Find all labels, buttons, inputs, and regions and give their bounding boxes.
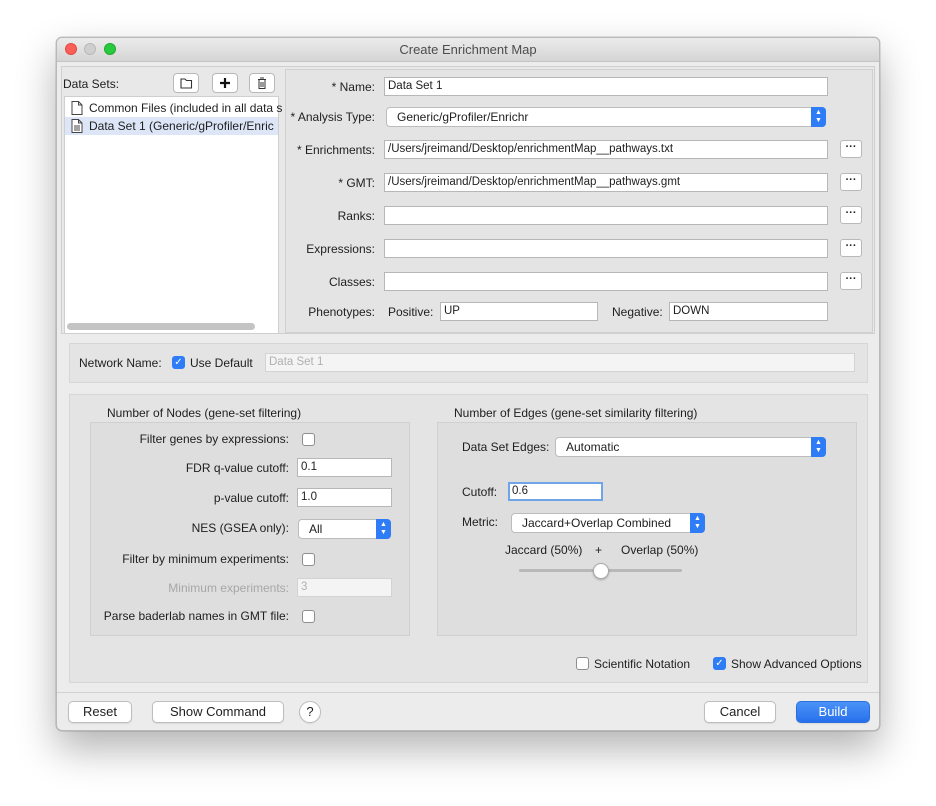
use-default-checkbox[interactable]: ✓ (172, 356, 185, 369)
dataset-edges-value: Automatic (566, 440, 620, 454)
enrichments-label: * Enrichments: (296, 143, 375, 157)
cutoff-label: Cutoff: (462, 485, 498, 499)
use-default-label: Use Default (190, 356, 253, 370)
network-name-field[interactable]: Data Set 1 (265, 353, 855, 372)
document-icon (71, 119, 83, 133)
nes-select[interactable]: All ▲ ▼ (298, 519, 391, 539)
window-title: Create Enrichment Map (399, 42, 537, 57)
scientific-notation-checkbox[interactable] (576, 657, 589, 670)
trash-icon (258, 77, 266, 89)
analysis-type-value: Generic/gProfiler/Enrichr (397, 110, 529, 124)
nodes-heading: Number of Nodes (gene-set filtering) (107, 406, 302, 420)
negative-phenotype-field[interactable]: DOWN (669, 302, 828, 321)
build-button[interactable]: Build (796, 701, 870, 723)
analysis-type-select[interactable]: Generic/gProfiler/Enrichr ▲ ▼ (386, 107, 826, 127)
name-field[interactable]: Data Set 1 (384, 77, 828, 96)
enrichments-field[interactable]: /Users/jreimand/Desktop/enrichmentMap__p… (384, 140, 828, 159)
baderlab-label: Parse baderlab names in GMT file: (103, 609, 289, 623)
gmt-browse-button[interactable]: ··· (840, 173, 862, 191)
phenotypes-label: Phenotypes: (308, 305, 375, 319)
expressions-browse-button[interactable]: ··· (840, 239, 862, 257)
enrichments-browse-button[interactable]: ··· (840, 140, 862, 158)
positive-label: Positive: (388, 305, 434, 319)
plus-label: + (595, 543, 603, 557)
negative-label: Negative: (612, 305, 663, 319)
plus-icon (220, 78, 230, 88)
baderlab-checkbox[interactable] (302, 610, 315, 623)
delete-dataset-button[interactable] (249, 73, 275, 93)
select-arrows-icon: ▲ ▼ (811, 107, 826, 127)
reset-button[interactable]: Reset (68, 701, 132, 723)
jaccard-label: Jaccard (50%) (505, 543, 583, 557)
expressions-field[interactable] (384, 239, 828, 258)
show-command-button[interactable]: Show Command (152, 701, 284, 723)
select-arrows-icon: ▲ ▼ (690, 513, 705, 533)
gmt-label: * GMT: (338, 176, 375, 190)
expressions-label: Expressions: (306, 242, 375, 256)
nes-value: All (309, 522, 323, 536)
add-dataset-button[interactable] (212, 73, 238, 93)
filter-genes-checkbox[interactable] (302, 433, 315, 446)
network-name-label: Network Name: (79, 356, 162, 370)
dataset-item-label: Data Set 1 (Generic/gProfiler/Enric (89, 119, 274, 133)
dataset-item-label: Common Files (included in all data s (89, 101, 283, 115)
advanced-options-checkbox[interactable]: ✓ (713, 657, 726, 670)
dataset-edges-select[interactable]: Automatic ▲ ▼ (555, 437, 826, 457)
min-experiments-filter-checkbox[interactable] (302, 553, 315, 566)
help-button[interactable]: ? (299, 701, 321, 723)
folder-icon (180, 78, 193, 89)
ranks-browse-button[interactable]: ··· (840, 206, 862, 224)
classes-browse-button[interactable]: ··· (840, 272, 862, 290)
fdr-cutoff-label: FDR q-value cutoff: (185, 461, 289, 475)
file-icon (71, 101, 83, 115)
nes-label: NES (GSEA only): (191, 521, 289, 535)
filter-genes-label: Filter genes by expressions: (139, 432, 289, 446)
fdr-cutoff-field[interactable]: 0.1 (297, 458, 392, 477)
dataset-item-data-set-1[interactable]: Data Set 1 (Generic/gProfiler/Enric (65, 117, 278, 135)
horizontal-scrollbar[interactable] (67, 323, 255, 330)
create-enrichment-map-window: Create Enrichment Map Data Sets: Common … (56, 37, 880, 731)
footer-divider (57, 692, 879, 693)
metric-select[interactable]: Jaccard+Overlap Combined ▲ ▼ (511, 513, 705, 533)
datasets-label: Data Sets: (63, 77, 120, 91)
metric-label: Metric: (462, 515, 498, 529)
open-folder-button[interactable] (173, 73, 199, 93)
positive-phenotype-field[interactable]: UP (440, 302, 598, 321)
min-experiments-label: Minimum experiments: (168, 581, 289, 595)
min-experiments-filter-label: Filter by minimum experiments: (122, 552, 289, 566)
cutoff-field[interactable]: 0.6 (508, 482, 603, 501)
dataset-list[interactable]: Common Files (included in all data s Dat… (64, 96, 282, 334)
metric-slider-thumb[interactable] (593, 563, 609, 579)
p-value-cutoff-field[interactable]: 1.0 (297, 488, 392, 507)
classes-label: Classes: (328, 275, 375, 289)
overlap-label: Overlap (50%) (621, 543, 699, 557)
min-experiments-field[interactable]: 3 (297, 578, 392, 597)
title-bar: Create Enrichment Map (57, 38, 879, 62)
analysis-type-label: * Analysis Type: (290, 110, 376, 124)
gmt-field[interactable]: /Users/jreimand/Desktop/enrichmentMap__p… (384, 173, 828, 192)
cancel-button[interactable]: Cancel (704, 701, 776, 723)
metric-value: Jaccard+Overlap Combined (522, 516, 672, 530)
ranks-field[interactable] (384, 206, 828, 225)
advanced-options-label: Show Advanced Options (731, 657, 862, 671)
ranks-label: Ranks: (337, 209, 375, 223)
classes-field[interactable] (384, 272, 828, 291)
name-label: * Name: (331, 80, 375, 94)
p-value-cutoff-label: p-value cutoff: (213, 491, 289, 505)
dataset-edges-label: Data Set Edges: (462, 440, 550, 454)
select-arrows-icon: ▲ ▼ (811, 437, 826, 457)
edges-heading: Number of Edges (gene-set similarity fil… (454, 406, 698, 420)
select-arrows-icon: ▲ ▼ (376, 519, 391, 539)
scientific-notation-label: Scientific Notation (594, 657, 691, 671)
dataset-item-common[interactable]: Common Files (included in all data s (65, 99, 282, 117)
